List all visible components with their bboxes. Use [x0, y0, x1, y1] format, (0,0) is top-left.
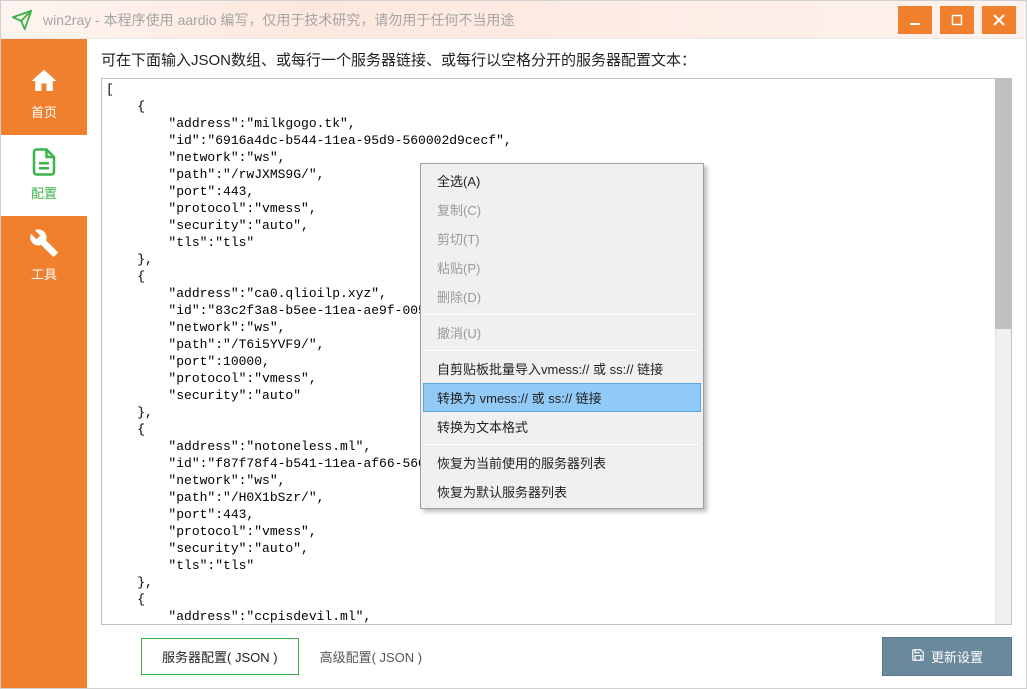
menu-paste[interactable]: 粘贴(P) [423, 253, 701, 282]
menu-convert-text[interactable]: 转换为文本格式 [423, 412, 701, 441]
menu-delete[interactable]: 删除(D) [423, 282, 701, 311]
minimize-button[interactable] [898, 6, 932, 34]
menu-convert-link[interactable]: 转换为 vmess:// 或 ss:// 链接 [423, 383, 701, 412]
sidebar-item-tools[interactable]: 工具 [1, 216, 87, 297]
save-icon [911, 648, 925, 665]
sidebar-item-home[interactable]: 首页 [1, 54, 87, 135]
tab-advanced-config[interactable]: 高级配置( JSON ) [299, 638, 444, 675]
menu-select-all[interactable]: 全选(A) [423, 166, 701, 195]
sidebar-item-label: 配置 [31, 183, 57, 202]
menu-copy[interactable]: 复制(C) [423, 195, 701, 224]
home-icon [29, 66, 59, 96]
menu-separator [425, 314, 699, 315]
scrollbar-track[interactable] [995, 79, 1011, 624]
sidebar-item-label: 工具 [31, 264, 57, 283]
menu-import-clipboard[interactable]: 自剪贴板批量导入vmess:// 或 ss:// 链接 [423, 354, 701, 383]
window-title: win2ray - 本程序使用 aardio 编写，仅用于技术研究，请勿用于任何… [43, 10, 898, 30]
update-settings-button[interactable]: 更新设置 [882, 637, 1012, 676]
sidebar-item-label: 首页 [31, 102, 57, 121]
scrollbar-thumb[interactable] [995, 79, 1011, 329]
sidebar: 首页 配置 工具 [1, 39, 87, 688]
instruction-text: 可在下面输入JSON数组、或每行一个服务器链接、或每行以空格分开的服务器配置文本… [101, 49, 1012, 70]
menu-separator [425, 350, 699, 351]
sidebar-item-config[interactable]: 配置 [1, 135, 87, 216]
app-icon [11, 9, 33, 31]
menu-restore-current[interactable]: 恢复为当前使用的服务器列表 [423, 448, 701, 477]
menu-undo[interactable]: 撤消(U) [423, 318, 701, 347]
titlebar: win2ray - 本程序使用 aardio 编写，仅用于技术研究，请勿用于任何… [1, 1, 1026, 39]
menu-cut[interactable]: 剪切(T) [423, 224, 701, 253]
wrench-icon [29, 228, 59, 258]
update-button-label: 更新设置 [931, 647, 983, 666]
bottom-bar: 服务器配置( JSON ) 高级配置( JSON ) 更新设置 [101, 637, 1012, 676]
context-menu: 全选(A) 复制(C) 剪切(T) 粘贴(P) 删除(D) 撤消(U) 自剪贴板… [420, 163, 704, 509]
tab-server-config[interactable]: 服务器配置( JSON ) [141, 638, 299, 675]
document-icon [29, 147, 59, 177]
maximize-button[interactable] [940, 6, 974, 34]
menu-restore-default[interactable]: 恢复为默认服务器列表 [423, 477, 701, 506]
menu-separator [425, 444, 699, 445]
close-button[interactable] [982, 6, 1016, 34]
